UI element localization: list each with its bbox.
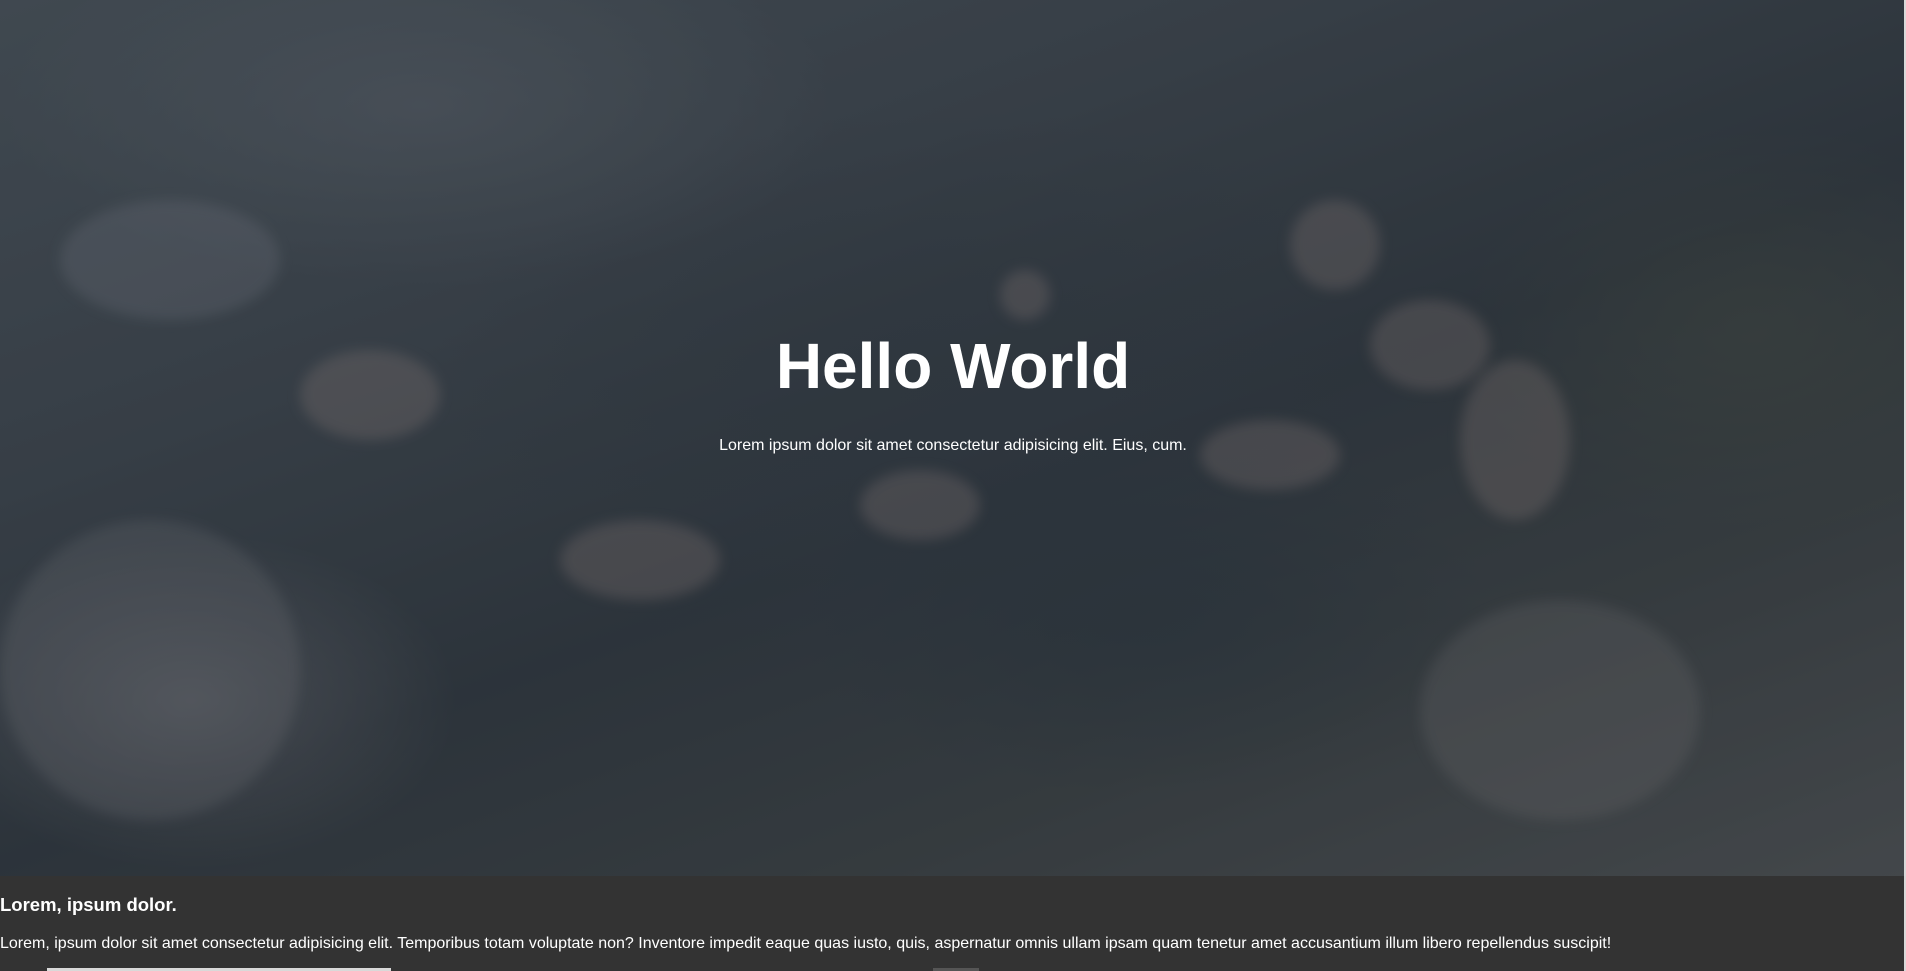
hero-title: Hello World <box>775 330 1131 402</box>
content-section: Lorem, ipsum dolor. Lorem, ipsum dolor s… <box>0 876 1906 971</box>
section-heading: Lorem, ipsum dolor. <box>0 894 177 915</box>
section-paragraph: Lorem, ipsum dolor sit amet consectetur … <box>0 935 1612 952</box>
hero-banner: Hello World Lorem ipsum dolor sit amet c… <box>0 0 1906 876</box>
hero-content: Hello World Lorem ipsum dolor sit amet c… <box>0 328 1906 456</box>
hero-subtitle: Lorem ipsum dolor sit amet consectetur a… <box>719 437 1187 454</box>
page: Hello World Lorem ipsum dolor sit amet c… <box>0 0 1906 971</box>
